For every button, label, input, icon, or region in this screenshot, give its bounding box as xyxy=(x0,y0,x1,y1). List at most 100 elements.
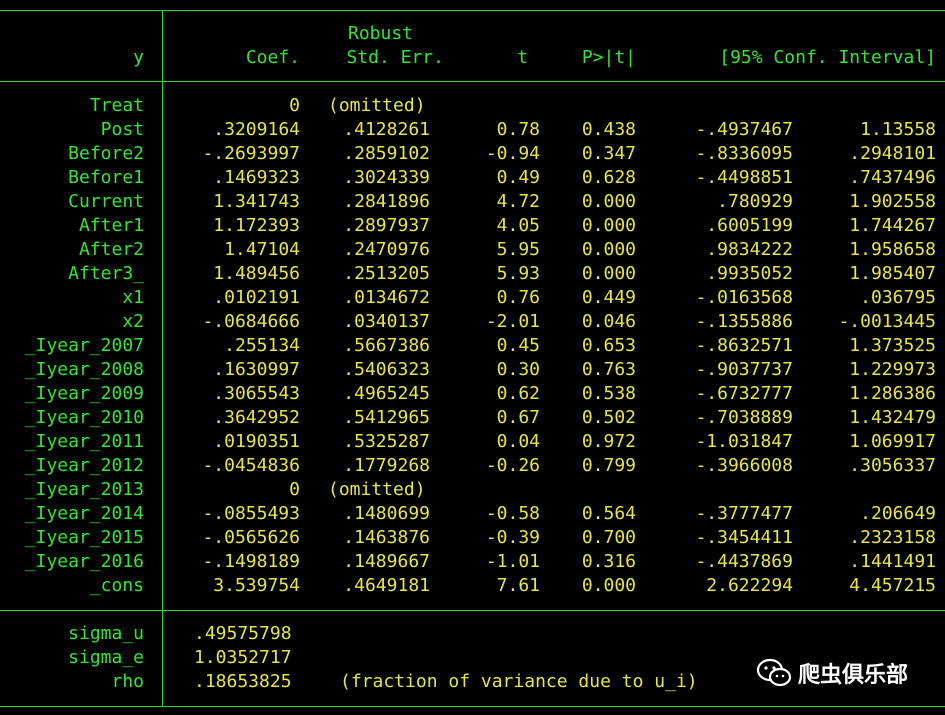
header-p: P>|t| xyxy=(581,47,636,68)
cell-lo: 2.622294 xyxy=(706,575,793,596)
cell-se: .2859102 xyxy=(343,143,430,164)
cell-lo: .9834222 xyxy=(706,239,793,260)
cell-hi: .036795 xyxy=(860,287,936,308)
cell-coef: .0190351 xyxy=(213,431,300,452)
row-label: _Iyear_2010 xyxy=(24,407,144,428)
row-label: _Iyear_2008 xyxy=(24,359,144,380)
cell-coef: 1.489456 xyxy=(213,263,300,284)
cell-t: 4.05 xyxy=(496,215,540,236)
cell-p: 0.799 xyxy=(581,455,636,476)
cell-p: 0.316 xyxy=(581,551,636,572)
row-label: _Iyear_2015 xyxy=(24,527,144,548)
cell-t: 7.61 xyxy=(496,575,540,596)
cell-hi: 1.13558 xyxy=(860,119,936,140)
cell-p: 0.763 xyxy=(581,359,636,380)
header-coef: Coef. xyxy=(245,47,300,68)
cell-p: 0.000 xyxy=(581,215,636,236)
watermark: 爬虫俱乐部 xyxy=(756,657,908,689)
cell-hi: 1.744267 xyxy=(849,215,936,236)
cell-hi: 1.902558 xyxy=(849,191,936,212)
cell-coef: -.0565626 xyxy=(202,527,300,548)
cell-lo: -.8336095 xyxy=(695,143,793,164)
cell-hi: .3056337 xyxy=(849,455,936,476)
cell-hi: .2323158 xyxy=(849,527,936,548)
cell-hi: 1.229973 xyxy=(849,359,936,380)
cell-p: 0.000 xyxy=(581,263,636,284)
cell-p: 0.700 xyxy=(581,527,636,548)
stat-label: sigma_u xyxy=(68,623,144,644)
cell-lo: -.4498851 xyxy=(695,167,793,188)
row-label: _Iyear_2016 xyxy=(24,551,144,572)
cell-lo: .6005199 xyxy=(706,215,793,236)
cell-lo: -.0163568 xyxy=(695,287,793,308)
cell-coef: -.2693997 xyxy=(202,143,300,164)
cell-p: 0.438 xyxy=(581,119,636,140)
row-label: Before1 xyxy=(68,167,144,188)
cell-t: 0.67 xyxy=(496,407,540,428)
watermark-text: 爬虫俱乐部 xyxy=(798,663,909,688)
cell-t: 4.72 xyxy=(496,191,540,212)
cell-hi: 1.985407 xyxy=(849,263,936,284)
cell-t: -0.26 xyxy=(485,455,540,476)
cell-p: 0.628 xyxy=(581,167,636,188)
cell-se: .5325287 xyxy=(343,431,430,452)
stat-value: 1.0352717 xyxy=(194,647,292,668)
cell-lo: -.8632571 xyxy=(695,335,793,356)
row-label: _Iyear_2007 xyxy=(24,335,144,356)
cell-se: .2470976 xyxy=(343,239,430,260)
cell-se: .5412965 xyxy=(343,407,430,428)
row-label: After3_ xyxy=(68,263,144,284)
cell-hi: 1.373525 xyxy=(849,335,936,356)
cell-t: 0.62 xyxy=(496,383,540,404)
cell-t: -0.39 xyxy=(485,527,540,548)
row-label: Current xyxy=(68,191,144,212)
column-divider xyxy=(162,10,163,707)
cell-p: 0.972 xyxy=(581,431,636,452)
top-rule xyxy=(0,10,945,11)
cell-hi: 1.286386 xyxy=(849,383,936,404)
cell-coef: .255134 xyxy=(224,335,300,356)
cell-lo: -.6732777 xyxy=(695,383,793,404)
cell-hi: .2948101 xyxy=(849,143,936,164)
row-label: _Iyear_2014 xyxy=(24,503,144,524)
cell-p: 0.000 xyxy=(581,191,636,212)
cell-se: .5667386 xyxy=(343,335,430,356)
cell-coef: -.1498189 xyxy=(202,551,300,572)
cell-t: -0.94 xyxy=(485,143,540,164)
cell-coef: 1.341743 xyxy=(213,191,300,212)
cell-coef: 0 xyxy=(289,479,300,500)
cell-se: .4965245 xyxy=(343,383,430,404)
stat-value: .18653825 xyxy=(194,671,292,692)
cell-se: .1463876 xyxy=(343,527,430,548)
cell-se: .0340137 xyxy=(343,311,430,332)
cell-se: (omitted) xyxy=(328,95,426,116)
cell-t: 0.76 xyxy=(496,287,540,308)
cell-lo: .780929 xyxy=(717,191,793,212)
cell-p: 0.046 xyxy=(581,311,636,332)
cell-se: .0134672 xyxy=(343,287,430,308)
stat-value: .49575798 xyxy=(194,623,292,644)
cell-lo: -.1355886 xyxy=(695,311,793,332)
cell-t: 0.78 xyxy=(496,119,540,140)
row-label: _Iyear_2009 xyxy=(24,383,144,404)
cell-se: .1489667 xyxy=(343,551,430,572)
cell-se: .4649181 xyxy=(343,575,430,596)
cell-se: .2897937 xyxy=(343,215,430,236)
cell-se: .1779268 xyxy=(343,455,430,476)
cell-coef: -.0684666 xyxy=(202,311,300,332)
cell-se: .1480699 xyxy=(343,503,430,524)
row-label: Before2 xyxy=(68,143,144,164)
row-label: _Iyear_2013 xyxy=(24,479,144,500)
row-label: _Iyear_2012 xyxy=(24,455,144,476)
row-label: After1 xyxy=(78,215,144,236)
header-rule xyxy=(0,81,945,82)
cell-se: .2841896 xyxy=(343,191,430,212)
wechat-icon xyxy=(756,658,792,687)
cell-lo: -.7038889 xyxy=(695,407,793,428)
cell-coef: .3209164 xyxy=(213,119,300,140)
cell-t: -1.01 xyxy=(485,551,540,572)
row-label: x1 xyxy=(122,287,144,308)
cell-t: 0.04 xyxy=(496,431,540,452)
cell-p: 0.347 xyxy=(581,143,636,164)
cell-hi: .7437496 xyxy=(849,167,936,188)
